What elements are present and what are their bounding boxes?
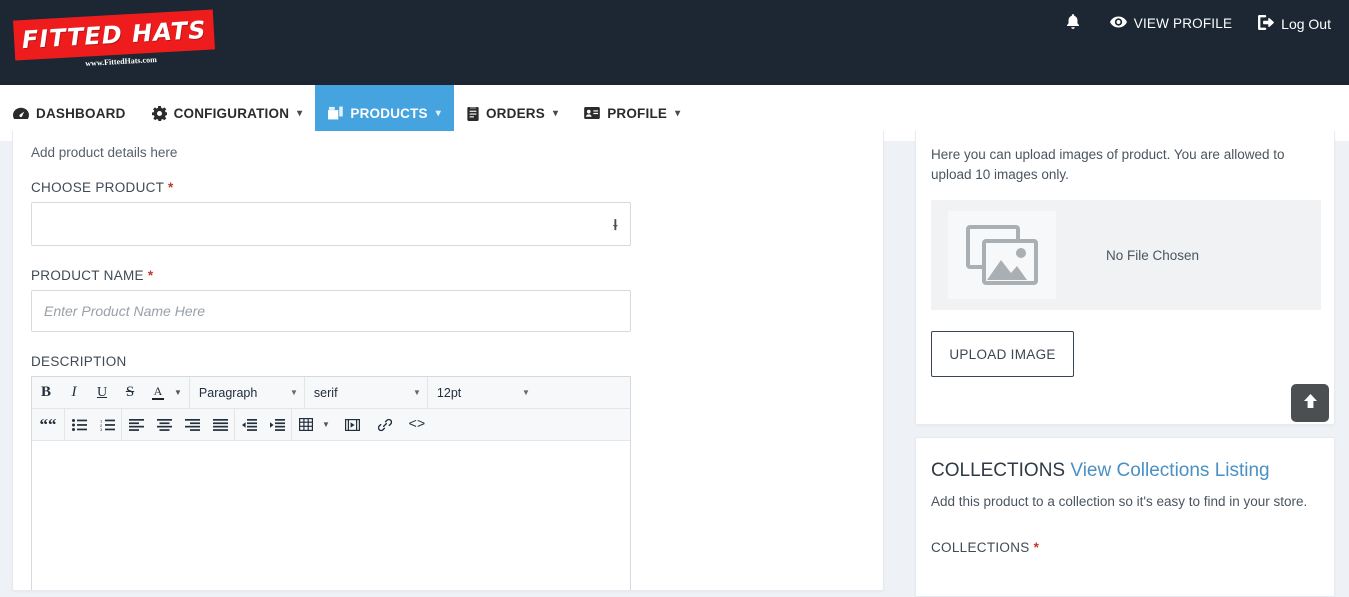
card-subtitle: Add product details here	[31, 145, 178, 160]
select-caret: ⌄	[610, 217, 620, 231]
choose-product-select[interactable]: ❙ ⌄	[31, 202, 631, 246]
indent-icon[interactable]	[263, 410, 291, 440]
align-justify-icon[interactable]	[206, 410, 234, 440]
chevron-down-icon: ▼	[290, 388, 298, 397]
nav-label-dashboard: DASHBOARD	[36, 105, 126, 121]
view-collections-listing-link[interactable]: View Collections Listing	[1070, 460, 1269, 481]
blockquote-icon[interactable]: ““	[32, 410, 64, 440]
table-dropdown-caret[interactable]: ▼	[320, 420, 337, 429]
link-icon[interactable]	[369, 410, 401, 440]
collections-description: Add this product to a collection so it's…	[931, 494, 1308, 509]
top-header-bar: FITTED HATS www.FittedHats.com VIEW PROF…	[0, 0, 1349, 85]
scroll-to-top-button[interactable]	[1291, 384, 1329, 422]
bullet-list-icon[interactable]	[65, 410, 93, 440]
collections-title: COLLECTIONS	[931, 460, 1066, 481]
font-family-group: serif ▼	[305, 377, 428, 408]
description-label: DESCRIPTION	[31, 354, 127, 369]
box-icon	[328, 106, 344, 120]
chevron-down-icon: ▼	[413, 388, 421, 397]
text-color-icon[interactable]: A	[144, 378, 172, 408]
view-profile-label: VIEW PROFILE	[1133, 16, 1233, 31]
gear-icon	[151, 105, 167, 121]
font-size-select[interactable]: 12pt ▼	[428, 378, 536, 408]
notifications-button[interactable]	[1062, 14, 1084, 33]
align-center-icon[interactable]	[150, 410, 178, 440]
product-images-card: Here you can upload images of product. Y…	[915, 131, 1335, 425]
no-file-chosen-text: No File Chosen	[1106, 247, 1200, 263]
chevron-down-icon: ▾	[297, 107, 303, 119]
nav-label-configuration: CONFIGURATION	[173, 105, 290, 121]
logout-label: Log Out	[1281, 15, 1331, 32]
choose-product-label: CHOOSE PRODUCT *	[31, 180, 174, 195]
block-format-value: Paragraph	[198, 385, 258, 400]
view-profile-link[interactable]: VIEW PROFILE	[1109, 16, 1233, 31]
editor-toolbar-row-2: ““ 1 2 3 ▼ <>	[32, 409, 630, 441]
product-name-label: PRODUCT NAME *	[31, 268, 154, 283]
table-icon[interactable]	[292, 410, 320, 440]
alignment-group	[122, 409, 235, 440]
blockquote-group: ““	[32, 409, 65, 440]
svg-text:3: 3	[100, 427, 103, 431]
id-card-icon	[584, 107, 601, 119]
collections-card: COLLECTIONS View Collections Listing Add…	[915, 437, 1335, 597]
arrow-up-icon	[1303, 393, 1318, 414]
site-logo[interactable]: FITTED HATS www.FittedHats.com	[13, 9, 219, 71]
nav-label-products: PRODUCTS	[350, 105, 428, 121]
image-stack-icon	[948, 211, 1056, 300]
chevron-down-icon: ▾	[675, 107, 681, 119]
block-format-group: Paragraph ▼	[190, 377, 305, 408]
nav-label-orders: ORDERS	[485, 105, 545, 121]
font-size-value: 12pt	[436, 385, 462, 400]
header-actions: VIEW PROFILE Log Out	[1062, 14, 1331, 33]
text-style-group: B I U S A ▼	[32, 377, 190, 408]
font-size-group: 12pt ▼	[428, 377, 536, 408]
media-icon[interactable]	[337, 410, 369, 440]
nav-label-profile: PROFILE	[607, 105, 668, 121]
page-content: Add product details here CHOOSE PRODUCT …	[0, 131, 1349, 597]
product-details-card: Add product details here CHOOSE PRODUCT …	[12, 131, 884, 591]
chevron-down-icon: ▾	[435, 107, 441, 119]
source-code-icon[interactable]: <>	[401, 410, 433, 440]
align-left-icon[interactable]	[122, 410, 150, 440]
description-editor-body[interactable]	[32, 441, 630, 590]
required-marker: *	[1033, 539, 1040, 555]
images-panel-note: Here you can upload images of product. Y…	[931, 147, 1285, 182]
sign-out-icon	[1258, 14, 1275, 33]
align-right-icon[interactable]	[178, 410, 206, 440]
clipboard-icon	[467, 105, 479, 121]
insert-group: ▼ <>	[292, 409, 433, 440]
image-dropzone[interactable]: No File Chosen	[931, 200, 1321, 311]
italic-icon[interactable]: I	[60, 378, 88, 408]
indent-group	[235, 409, 292, 440]
numbered-list-icon[interactable]: 1 2 3	[93, 410, 121, 440]
collections-heading: COLLECTIONS View Collections Listing	[931, 460, 1319, 482]
upload-image-button[interactable]: UPLOAD IMAGE	[931, 331, 1074, 378]
list-group: 1 2 3	[65, 409, 122, 440]
text-color-dropdown-caret[interactable]: ▼	[172, 388, 189, 397]
editor-toolbar-row-1: B I U S A ▼ Paragraph ▼ serif ▼ 12pt ▼	[32, 377, 630, 409]
strikethrough-icon[interactable]: S	[116, 378, 144, 408]
underline-icon[interactable]: U	[88, 378, 116, 408]
bold-icon[interactable]: B	[32, 378, 60, 408]
chevron-down-icon: ▼	[522, 388, 530, 397]
bell-icon	[1066, 14, 1080, 33]
description-rich-text-editor: B I U S A ▼ Paragraph ▼ serif ▼ 12pt ▼ “…	[31, 376, 631, 590]
eye-icon	[1109, 16, 1127, 31]
font-family-select[interactable]: serif ▼	[305, 378, 427, 408]
logout-button[interactable]: Log Out	[1258, 14, 1331, 33]
outdent-icon[interactable]	[235, 410, 263, 440]
required-marker: *	[168, 180, 174, 195]
block-format-select[interactable]: Paragraph ▼	[190, 378, 304, 408]
required-marker: *	[147, 268, 154, 283]
product-name-input[interactable]	[31, 290, 631, 332]
chevron-down-icon: ▾	[552, 107, 559, 119]
dashboard-icon	[13, 107, 29, 120]
font-family-value: serif	[313, 385, 338, 400]
collections-field-label: COLLECTIONS *	[931, 539, 1040, 555]
